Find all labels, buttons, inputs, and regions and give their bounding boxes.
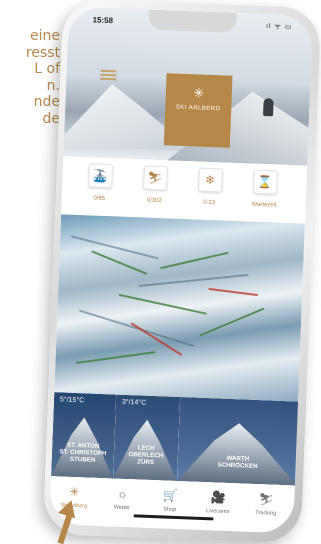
stat-slopes[interactable]: ⛷ 0/302 (127, 165, 183, 205)
tab-label: Wetter (113, 504, 131, 512)
map-piste (118, 293, 207, 315)
village-card-st-anton[interactable]: 5°/15°C ST. ANTON ST. CHRISTOPH STUBEN (51, 392, 117, 479)
tab-shop[interactable]: 🛒 Shop (146, 488, 195, 514)
stat-value: 0/302 (146, 197, 162, 205)
gondola-icon: 🚠 (87, 163, 113, 189)
phone-notch (148, 9, 237, 33)
hamburger-menu-icon[interactable] (100, 68, 117, 83)
tab-label: Shop (163, 506, 177, 513)
background-text-line: resst (25, 44, 60, 61)
stats-row: 🚠 0/85 ⛷ 0/302 ❄ 0-23 ⌛ Wartezeit (61, 156, 308, 224)
camera-icon: 🎥 (210, 490, 227, 505)
snowflake-icon: ✳ (193, 85, 205, 101)
slope-icon: ⛷ (142, 165, 168, 191)
stat-value: 0-23 (203, 199, 216, 207)
map-piste (160, 251, 229, 270)
village-card-lech[interactable]: 3°/14°C LECH OBERLECH ZÜRS (112, 394, 181, 481)
background-text-line: nde (33, 94, 60, 110)
tab-label: Tracking (255, 509, 277, 517)
background-text-line: eine (30, 28, 60, 44)
village-weather: 5°/15°C (59, 396, 85, 405)
ski-arlberg-icon: ✳ (69, 484, 80, 500)
village-weather: 3°/14°C (121, 398, 147, 407)
village-card-warth[interactable]: WARTH SCHRÖCKEN (176, 397, 301, 486)
stat-value: Wartezeit (251, 201, 277, 209)
weather-icon: ☼ (116, 486, 129, 502)
logo-text: SKI ARLBERG (175, 104, 221, 113)
status-time: 15:58 (92, 15, 114, 26)
piste-map[interactable] (54, 214, 305, 402)
village-name: ST. ANTON ST. CHRISTOPH STUBEN (59, 441, 107, 464)
status-icons: ıl ᯤ ▭ (265, 23, 293, 32)
hourglass-icon: ⌛ (252, 169, 278, 195)
background-text-line: n. (46, 77, 60, 94)
stat-value: 0/85 (93, 195, 106, 202)
background-text-line: de (42, 110, 61, 127)
village-row: 5°/15°C ST. ANTON ST. CHRISTOPH STUBEN 3… (51, 392, 301, 486)
cart-icon: 🛒 (162, 488, 179, 504)
village-name: LECH OBERLECH ZÜRS (128, 444, 164, 467)
tab-weather[interactable]: ☼ Wetter (98, 486, 147, 512)
background-text-line: L of (34, 61, 60, 77)
stat-snow[interactable]: ❄ 0-23 (182, 167, 238, 207)
ski-arlberg-logo: ✳ SKI ARLBERG (163, 73, 233, 148)
map-piste (208, 287, 259, 297)
phone-mockup: 15:58 ıl ᯤ ▭ ✳ SKI ARLBERG 🚠 0/85 ⛷ 0/30… (42, 0, 321, 544)
map-piste (75, 351, 156, 364)
tracking-icon: ⛷ (258, 492, 275, 507)
app-screen: 15:58 ıl ᯤ ▭ ✳ SKI ARLBERG 🚠 0/85 ⛷ 0/30… (49, 6, 313, 534)
tab-livecams[interactable]: 🎥 Livecams (194, 490, 243, 516)
skier-figure (263, 98, 274, 117)
stat-lifts[interactable]: 🚠 0/85 (72, 163, 128, 203)
map-piste (199, 307, 265, 337)
tab-tracking[interactable]: ⛷ Tracking (242, 491, 291, 517)
stat-waiting-time[interactable]: ⌛ Wartezeit (236, 169, 292, 209)
map-ridge (70, 235, 159, 260)
background-text: eine resst L of n. nde de (0, 28, 60, 127)
tab-label: Livecams (206, 508, 230, 515)
map-ridge (138, 273, 249, 288)
bottom-tab-bar: ✳ Ski Arlberg ☼ Wetter 🛒 Shop 🎥 Livecams… (49, 476, 295, 534)
snow-icon: ❄ (197, 167, 223, 193)
